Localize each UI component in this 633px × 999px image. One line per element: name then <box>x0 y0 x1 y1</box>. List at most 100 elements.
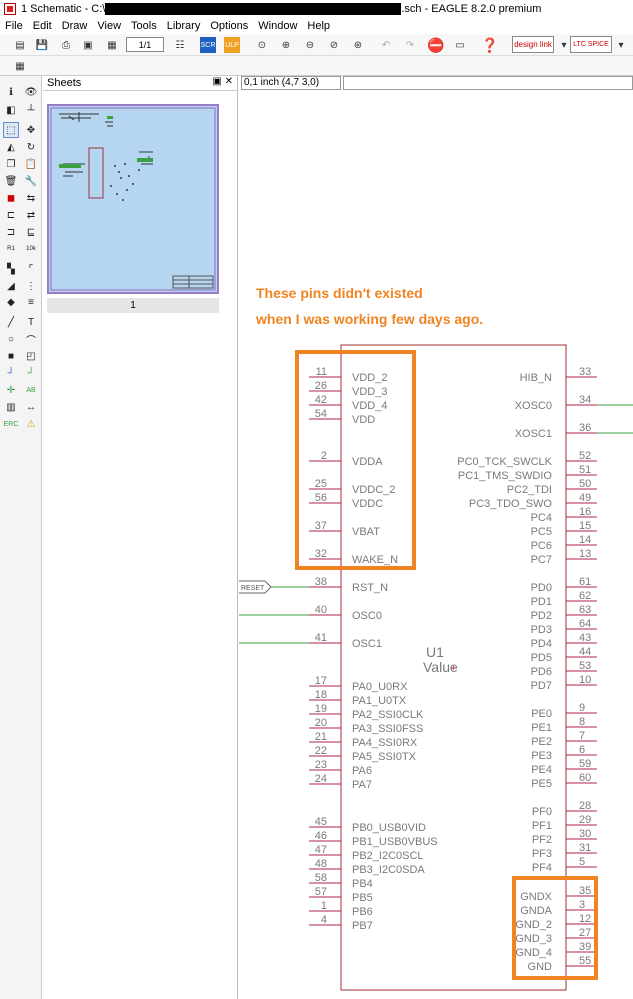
split-icon[interactable]: ⊑ <box>23 224 39 240</box>
add-part-icon[interactable]: ◼ <box>3 190 19 206</box>
value-icon[interactable]: 10k <box>23 241 39 257</box>
label-icon[interactable]: AB <box>23 382 39 398</box>
pin-number: 39 <box>579 941 591 953</box>
smash-icon[interactable]: ▚ <box>3 261 19 277</box>
reset-net-label: RESET <box>241 585 265 592</box>
attribute-icon[interactable]: ≡ <box>23 294 39 310</box>
rotate-icon[interactable]: ↻ <box>23 139 39 155</box>
dimension-icon[interactable]: ↔ <box>23 399 39 415</box>
pin-name: PE5 <box>531 778 552 790</box>
miter-icon[interactable]: ⌜ <box>23 261 39 277</box>
pin-number: 53 <box>579 660 591 672</box>
copy-icon[interactable]: ❐ <box>3 156 19 172</box>
replace-icon[interactable]: ⇆ <box>23 190 39 206</box>
zoom-fit-icon[interactable]: ⊙ <box>254 37 270 53</box>
optimize-icon[interactable]: ⋮ <box>23 278 39 294</box>
sheet-number[interactable]: 1 <box>47 298 219 313</box>
gate-swap-icon[interactable]: ⊏ <box>3 207 19 223</box>
cam-icon[interactable]: ▣ <box>80 37 96 53</box>
layer-icon[interactable]: ◧ <box>3 102 19 118</box>
undo-icon[interactable]: ↶ <box>378 37 394 53</box>
info-icon[interactable]: ℹ <box>3 84 19 100</box>
grid-icon[interactable]: ▦ <box>12 58 28 74</box>
panel-controls[interactable]: ▣ ✕ <box>212 76 233 87</box>
pin-number: 20 <box>315 717 327 729</box>
circle-icon[interactable]: ○ <box>3 331 19 347</box>
ltspice-button[interactable]: LTC SPICE <box>570 36 612 53</box>
paste-icon[interactable]: 📋 <box>23 156 39 172</box>
mirror-icon[interactable]: ◭ <box>3 139 19 155</box>
design-link-button[interactable]: design link <box>512 36 554 53</box>
pin-number: 45 <box>315 816 327 828</box>
name-icon[interactable]: R1 <box>3 241 19 257</box>
junction-icon[interactable]: ✛ <box>3 382 19 398</box>
pin-swap-icon[interactable]: ⇄ <box>23 207 39 223</box>
save-icon[interactable]: 💾 <box>34 37 50 53</box>
pin-name: PA5_SSI0TX <box>352 751 417 763</box>
open-icon[interactable]: ▤ <box>12 37 28 53</box>
pin-name: GNDX <box>520 891 552 903</box>
command-line-input[interactable] <box>343 76 633 90</box>
net-icon[interactable]: ┘ <box>3 365 19 381</box>
invoke-icon[interactable]: ⊐ <box>3 224 19 240</box>
move-group-icon[interactable]: ✥ <box>23 122 39 138</box>
pin-list-icon[interactable]: ☷ <box>172 37 188 53</box>
zoom-out-icon[interactable]: ⊖ <box>302 37 318 53</box>
zoom-in-icon[interactable]: ⊕ <box>278 37 294 53</box>
board-switch-icon[interactable]: ▦ <box>104 37 120 53</box>
bus-icon[interactable]: ┘ <box>23 365 39 381</box>
split-wire-icon[interactable]: ◢ <box>3 278 19 294</box>
pin-name: PF3 <box>532 848 552 860</box>
menu-library[interactable]: Library <box>162 20 206 32</box>
schematic-canvas[interactable]: These pins didn't existed when I was wor… <box>239 91 633 999</box>
pin-name: PC0_TCK_SWCLK <box>457 456 552 468</box>
pin-name: PE2 <box>531 736 552 748</box>
text-icon[interactable]: T <box>23 314 39 330</box>
menu-help[interactable]: Help <box>302 20 335 32</box>
script-icon[interactable]: SCR <box>200 37 216 53</box>
zoom-select-icon[interactable]: ⊘ <box>326 37 342 53</box>
arc-icon[interactable]: ⌒ <box>23 331 39 347</box>
menu-tools[interactable]: Tools <box>126 20 162 32</box>
menu-file[interactable]: File <box>0 20 28 32</box>
redo-icon[interactable]: ↷ <box>402 37 418 53</box>
print-icon[interactable]: ⎙ <box>58 37 74 53</box>
ulp-icon[interactable]: ULP <box>224 37 240 53</box>
pin-number: 64 <box>579 618 591 630</box>
sheet-select[interactable]: 1/1 <box>126 37 164 52</box>
help-icon[interactable]: ❓ <box>481 37 498 53</box>
pin-name: PB5 <box>352 892 373 904</box>
stop-icon[interactable]: ⛔ <box>427 37 444 53</box>
warning-icon[interactable]: ⚠ <box>23 416 39 432</box>
wrench-icon[interactable]: 🔧 <box>23 173 39 189</box>
rectangle-icon[interactable]: ■ <box>3 348 19 364</box>
sheets-title: Sheets <box>47 77 82 89</box>
pin-name: RST_N <box>352 582 388 594</box>
window-title-prefix: 1 Schematic - C:\ <box>21 3 106 15</box>
pin-name: PE1 <box>531 722 552 734</box>
line-icon[interactable]: ╱ <box>3 314 19 330</box>
mark-icon[interactable]: ┴ <box>23 102 39 118</box>
polygon-icon[interactable]: ◰ <box>23 348 39 364</box>
menu-draw[interactable]: Draw <box>57 20 93 32</box>
pin-number: 56 <box>315 492 327 504</box>
delete-icon[interactable]: 🗑 <box>3 173 19 189</box>
menu-view[interactable]: View <box>92 20 126 32</box>
erc-icon[interactable]: ERC <box>3 416 19 432</box>
pin-number: 13 <box>579 548 591 560</box>
route-icon[interactable]: ◆ <box>3 294 19 310</box>
frame-icon[interactable]: ▥ <box>3 399 19 415</box>
move-icon[interactable]: ⬚ <box>3 122 19 138</box>
menu-options[interactable]: Options <box>205 20 253 32</box>
menu-edit[interactable]: Edit <box>28 20 57 32</box>
pin-name: PD1 <box>531 596 552 608</box>
menu-window[interactable]: Window <box>253 20 302 32</box>
go-icon[interactable]: ▭ <box>452 37 468 53</box>
sheet-thumbnail[interactable] <box>47 104 219 294</box>
pin-name: VBAT <box>352 526 380 538</box>
chevron-down-icon[interactable]: ▾ <box>613 37 629 53</box>
redraw-icon[interactable]: ⊛ <box>350 37 366 53</box>
pin-number: 62 <box>579 590 591 602</box>
show-icon[interactable]: 👁 <box>23 84 39 100</box>
pin-name: VDD <box>352 414 375 426</box>
